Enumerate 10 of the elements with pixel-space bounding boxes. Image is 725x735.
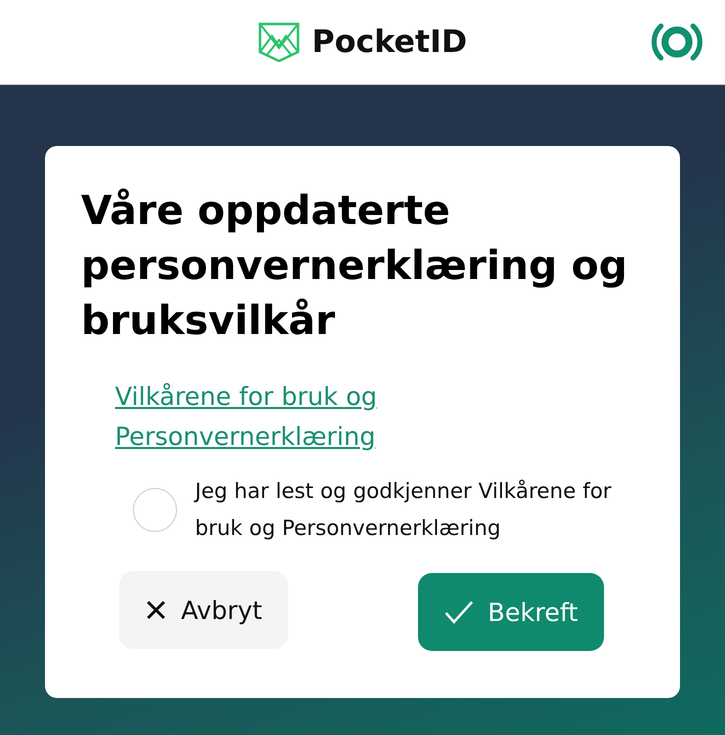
- consent-label: Jeg har lest og godkjenner Vilkårene for bruk og Personvernerklæring: [195, 478, 612, 542]
- confirm-button[interactable]: Bekreft: [418, 573, 604, 651]
- cancel-button[interactable]: Avbryt: [119, 571, 288, 649]
- shield-logo-icon: [258, 22, 300, 62]
- check-icon: [444, 600, 474, 624]
- consent-radio[interactable]: [133, 488, 177, 532]
- terms-link[interactable]: Vilkårene for bruk og Personvernerklæring: [115, 377, 445, 457]
- dialog-title: Våre oppdaterte personvernerklæring og bruksvilkår: [81, 187, 628, 346]
- brand-name: PocketID: [312, 24, 468, 60]
- close-icon: [145, 599, 167, 621]
